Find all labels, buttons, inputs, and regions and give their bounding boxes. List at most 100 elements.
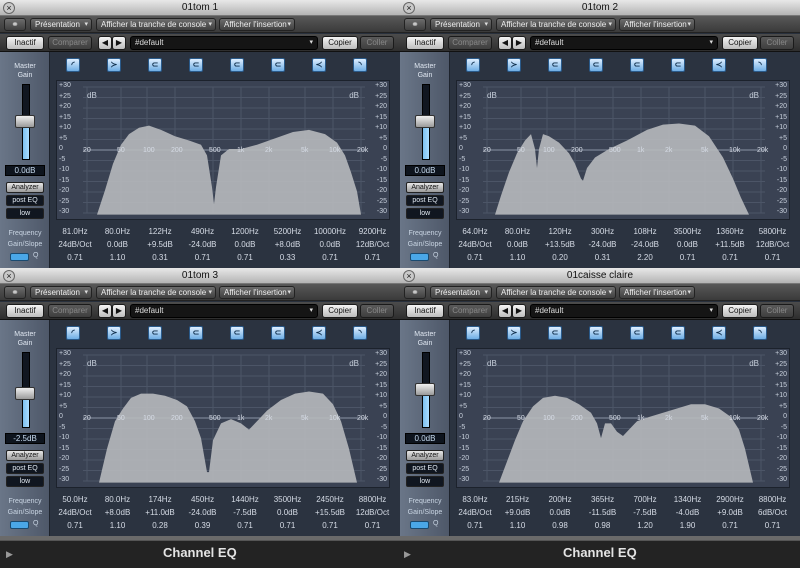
copy-button[interactable]: Copier xyxy=(322,36,358,50)
peak-icon[interactable]: ⊂ xyxy=(630,326,644,340)
band-q[interactable]: 0.71 xyxy=(309,520,351,532)
band-q[interactable]: 1.20 xyxy=(624,520,666,532)
q-couple-icon[interactable] xyxy=(10,253,29,261)
slider-knob[interactable] xyxy=(15,387,35,400)
band-q[interactable]: 0.71 xyxy=(667,252,709,264)
band-gain[interactable]: -7.5dB xyxy=(224,507,266,519)
band-gain[interactable]: 24dB/Oct xyxy=(54,239,96,251)
q-couple-icon[interactable] xyxy=(410,253,429,261)
peak-icon[interactable]: ⊂ xyxy=(671,58,685,72)
high-cut-icon[interactable]: ◝ xyxy=(753,326,767,340)
menu-channel-strip[interactable]: Afficher la tranche de console ▾ xyxy=(96,286,216,299)
compare-button[interactable]: Comparer xyxy=(448,36,492,50)
master-gain-value[interactable]: 0.0dB xyxy=(405,433,445,444)
analyzer-resolution-select[interactable]: low xyxy=(406,476,444,487)
paste-button[interactable]: Coller xyxy=(760,36,794,50)
menu-insert[interactable]: Afficher l'insertion ▾ xyxy=(619,18,695,31)
master-gain-value[interactable]: 0.0dB xyxy=(405,165,445,176)
low-cut-icon[interactable]: ◜ xyxy=(66,58,80,72)
menu-channel-strip[interactable]: Afficher la tranche de console ▾ xyxy=(496,286,616,299)
band-gain[interactable]: 12dB/Oct xyxy=(352,507,394,519)
band-gain[interactable]: +8.0dB xyxy=(97,507,139,519)
band-q[interactable]: 0.28 xyxy=(139,520,181,532)
band-gain[interactable]: -24.0dB xyxy=(182,239,224,251)
band-gain[interactable]: +9.5dB xyxy=(139,239,181,251)
analyzer-mode-select[interactable]: post EQ xyxy=(406,195,444,206)
band-frequency[interactable]: 200Hz xyxy=(539,494,581,506)
band-frequency[interactable]: 108Hz xyxy=(624,226,666,238)
eq-curve[interactable] xyxy=(487,395,753,483)
peak-icon[interactable]: ⊂ xyxy=(548,58,562,72)
q-couple-icon[interactable] xyxy=(10,521,29,529)
copy-button[interactable]: Copier xyxy=(322,304,358,318)
band-q[interactable]: 1.10 xyxy=(97,520,139,532)
paste-button[interactable]: Coller xyxy=(760,304,794,318)
band-gain[interactable]: -11.5dB xyxy=(582,507,624,519)
peak-icon[interactable]: ⊂ xyxy=(548,326,562,340)
low-cut-icon[interactable]: ◜ xyxy=(466,58,480,72)
band-frequency[interactable]: 215Hz xyxy=(497,494,539,506)
band-q[interactable]: 0.71 xyxy=(352,252,394,264)
bypass-button[interactable]: Inactif xyxy=(406,304,444,318)
eq-curve[interactable] xyxy=(87,125,361,215)
band-frequency[interactable]: 81.0Hz xyxy=(54,226,96,238)
menu-insert[interactable]: Afficher l'insertion ▾ xyxy=(219,18,295,31)
peak-icon[interactable]: ⊂ xyxy=(271,58,285,72)
band-frequency[interactable]: 8800Hz xyxy=(752,494,794,506)
prev-preset-button[interactable]: ◀ xyxy=(98,304,112,318)
eq-curve[interactable] xyxy=(487,123,749,215)
peak-icon[interactable]: ⊂ xyxy=(271,326,285,340)
band-frequency[interactable]: 80.0Hz xyxy=(97,494,139,506)
analyzer-mode-select[interactable]: post EQ xyxy=(406,463,444,474)
band-q[interactable]: 0.71 xyxy=(54,520,96,532)
band-q[interactable]: 0.71 xyxy=(752,252,794,264)
bypass-button[interactable]: Inactif xyxy=(6,304,44,318)
band-q[interactable]: 0.33 xyxy=(267,252,309,264)
band-frequency[interactable]: 64.0Hz xyxy=(454,226,496,238)
band-frequency[interactable]: 83.0Hz xyxy=(454,494,496,506)
band-frequency[interactable]: 80.0Hz xyxy=(97,226,139,238)
low-cut-icon[interactable]: ◜ xyxy=(466,326,480,340)
slider-knob[interactable] xyxy=(415,115,435,128)
band-q[interactable]: 0.20 xyxy=(539,252,581,264)
peak-icon[interactable]: ⊂ xyxy=(189,58,203,72)
band-q[interactable]: 0.98 xyxy=(539,520,581,532)
band-q[interactable]: 0.71 xyxy=(309,252,351,264)
band-frequency[interactable]: 80.0Hz xyxy=(497,226,539,238)
band-gain[interactable]: 6dB/Oct xyxy=(752,507,794,519)
band-q[interactable]: 0.31 xyxy=(139,252,181,264)
band-gain[interactable]: 12dB/Oct xyxy=(752,239,794,251)
band-frequency[interactable]: 3500Hz xyxy=(667,226,709,238)
band-gain[interactable]: 0.0dB xyxy=(309,239,351,251)
master-gain-value[interactable]: 0.0dB xyxy=(5,165,45,176)
menu-channel-strip[interactable]: Afficher la tranche de console ▾ xyxy=(96,18,216,31)
band-q[interactable]: 1.10 xyxy=(497,252,539,264)
band-q[interactable]: 1.10 xyxy=(497,520,539,532)
high-shelf-icon[interactable]: ≺ xyxy=(312,326,326,340)
next-preset-button[interactable]: ▶ xyxy=(112,304,126,318)
link-icon[interactable]: ⚭ xyxy=(4,18,26,31)
analyzer-resolution-select[interactable]: low xyxy=(6,208,44,219)
band-gain[interactable]: +11.0dB xyxy=(139,507,181,519)
peak-icon[interactable]: ⊂ xyxy=(589,326,603,340)
band-frequency[interactable]: 174Hz xyxy=(139,494,181,506)
analyzer-mode-select[interactable]: post EQ xyxy=(6,463,44,474)
band-gain[interactable]: 0.0dB xyxy=(667,239,709,251)
band-gain[interactable]: 0.0dB xyxy=(539,507,581,519)
band-q[interactable]: 0.71 xyxy=(54,252,96,264)
analyzer-button[interactable]: Analyzer xyxy=(406,182,444,193)
band-gain[interactable]: -4.0dB xyxy=(667,507,709,519)
menu-presentation[interactable]: Présentation ▾ xyxy=(30,286,92,299)
band-q[interactable]: 0.39 xyxy=(182,520,224,532)
band-frequency[interactable]: 50.0Hz xyxy=(54,494,96,506)
compare-button[interactable]: Comparer xyxy=(448,304,492,318)
link-icon[interactable]: ⚭ xyxy=(404,18,426,31)
menu-channel-strip[interactable]: Afficher la tranche de console ▾ xyxy=(496,18,616,31)
band-frequency[interactable]: 9200Hz xyxy=(352,226,394,238)
prev-preset-button[interactable]: ◀ xyxy=(498,36,512,50)
band-q[interactable]: 0.98 xyxy=(582,520,624,532)
low-shelf-icon[interactable]: ≻ xyxy=(507,326,521,340)
band-gain[interactable]: +13.5dB xyxy=(539,239,581,251)
analyzer-resolution-select[interactable]: low xyxy=(406,208,444,219)
band-q[interactable]: 0.71 xyxy=(454,520,496,532)
